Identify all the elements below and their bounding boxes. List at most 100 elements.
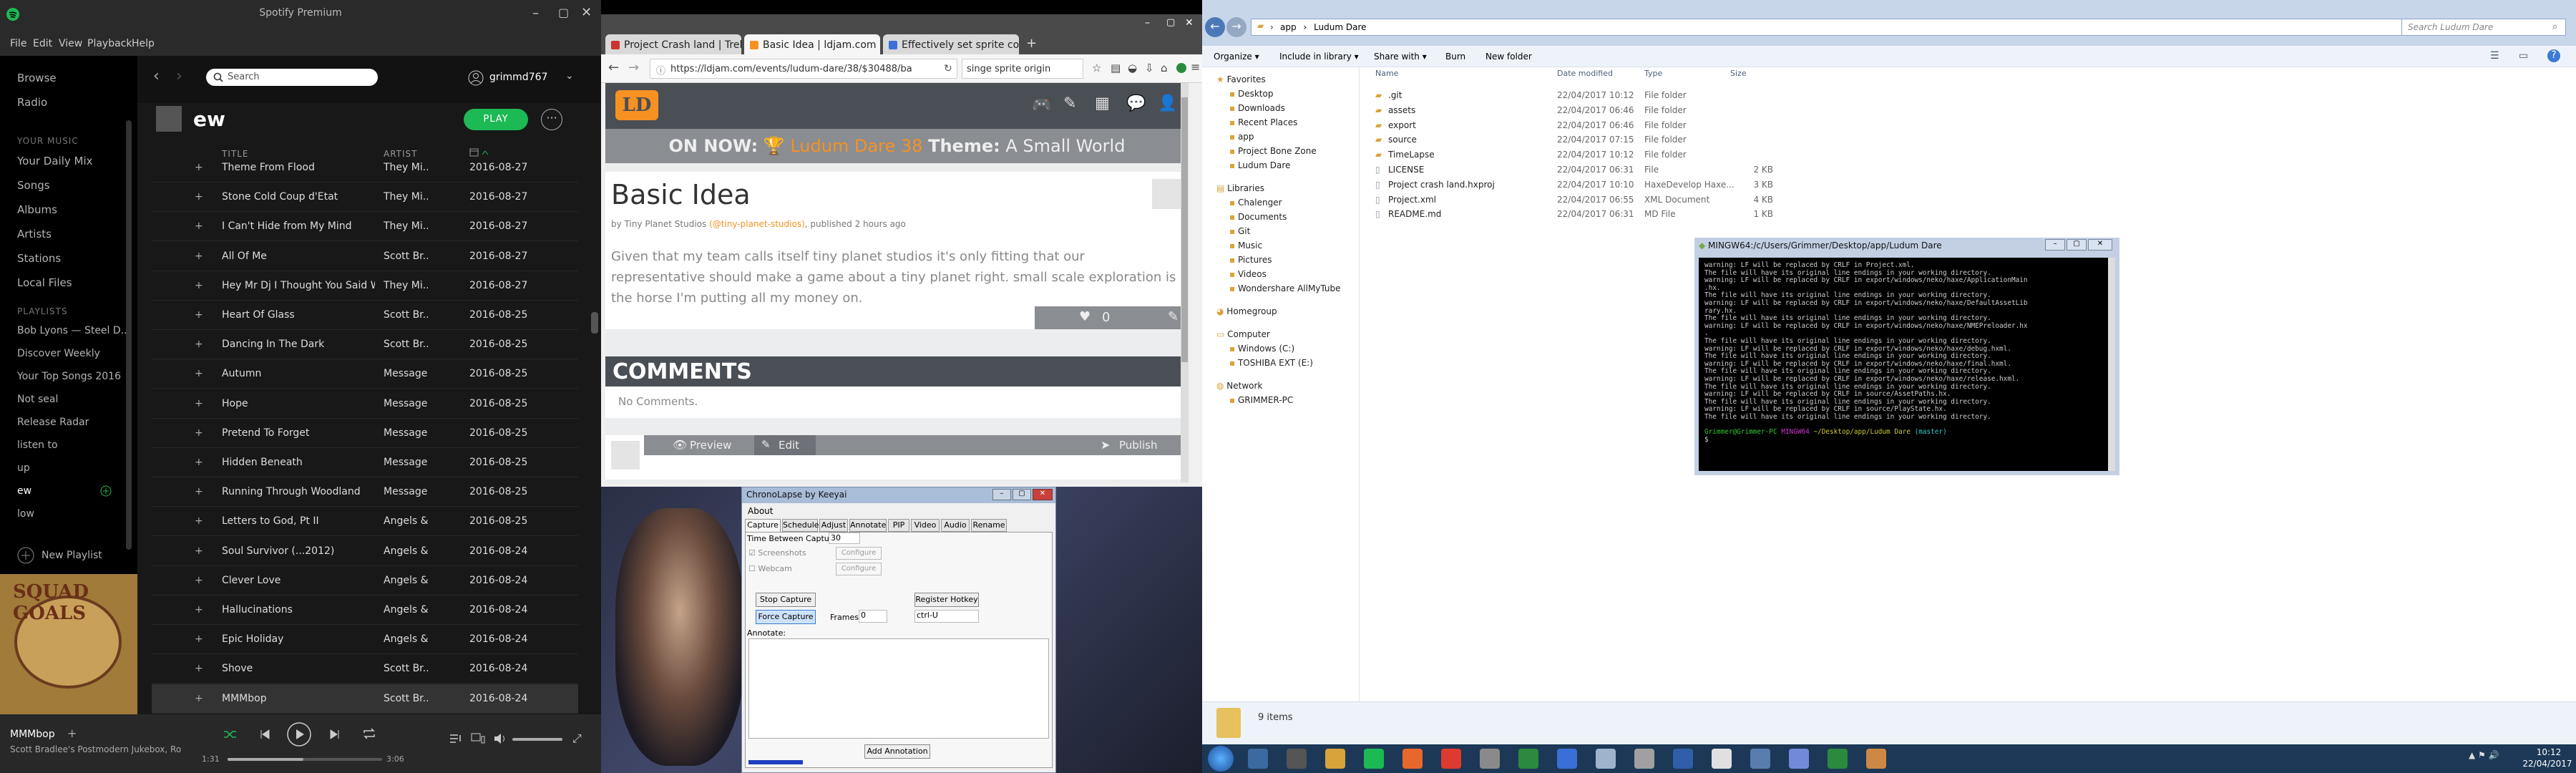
repeat-icon[interactable] [362, 727, 376, 740]
back-button[interactable]: ← [1205, 17, 1225, 37]
playlist-item[interactable]: Release Radar [17, 417, 89, 428]
terminal-window[interactable]: ◆ MINGW64:/c/Users/Grimmer/Desktop/app/L… [1694, 238, 2119, 475]
burn-button[interactable]: Burn [1445, 52, 1465, 62]
track-artist[interactable]: Message... [384, 368, 428, 379]
playlist-item[interactable]: Discover Weekly [17, 348, 100, 359]
nav-songs[interactable]: Songs [17, 179, 50, 192]
add-to-playlist-icon[interactable] [100, 485, 112, 497]
tray-icons[interactable]: ▲ ⚑ 🔊 [2469, 750, 2499, 760]
terminal-icon[interactable] [1750, 749, 1770, 769]
fullscreen-icon[interactable]: ⤢ [572, 731, 582, 746]
add-annotation-button[interactable]: Add Annotation [864, 744, 930, 759]
nav-browse[interactable]: Browse [17, 72, 57, 84]
pocket-icon[interactable]: ◒ [1128, 62, 1137, 74]
more-options-button[interactable]: ··· [541, 109, 562, 130]
chrono-tab[interactable]: Annotate [849, 519, 887, 532]
preview-icon[interactable]: 👁 [673, 438, 687, 452]
monitor-icon[interactable] [1596, 749, 1616, 769]
nav-library-item[interactable]: ▪ Pictures [1229, 255, 1272, 265]
track-artist[interactable]: Angels &... [384, 633, 428, 645]
edit-pencil-icon[interactable]: ✎ [1168, 309, 1179, 324]
organize-button[interactable]: Organize ▾ [1214, 52, 1259, 62]
track-row[interactable]: + Soul Survivor (...2012) Angels &... 2016-… [152, 537, 578, 566]
add-track-icon[interactable]: + [195, 368, 203, 379]
extension-icon[interactable] [1176, 63, 1186, 73]
maximize-button[interactable]: ▢ [2067, 239, 2087, 251]
previous-icon[interactable] [259, 729, 270, 740]
file-row[interactable]: ▯ LICENSE 22/04/2017 06:31 File 2 KB [1375, 163, 1833, 178]
add-track-icon[interactable]: + [195, 457, 203, 468]
track-artist[interactable]: Message... [384, 427, 428, 439]
forward-button[interactable]: › [176, 67, 182, 85]
configure-webcam-button[interactable]: Configure [836, 563, 882, 575]
file-row[interactable]: ▯ Project crash land.hxproj 22/04/2017 10:… [1375, 178, 1833, 193]
track-row[interactable]: + Hallucinations Angels &... 2016-08-24 [152, 595, 578, 625]
nav-homegroup[interactable]: ◕ Homegroup [1216, 306, 1277, 316]
col-type[interactable]: Type [1644, 69, 1662, 78]
track-row[interactable]: + MMMbop Scott Br... 2016-08-24 [152, 684, 578, 714]
haxedevelop-icon[interactable] [1673, 749, 1693, 769]
new-playlist-button[interactable]: New Playlist [42, 550, 102, 561]
volume-icon[interactable] [494, 733, 507, 744]
playlist-item[interactable]: Your Top Songs 2016 [17, 371, 121, 382]
track-artist[interactable]: Scott Br... [384, 663, 428, 674]
new-playlist-icon[interactable] [17, 547, 34, 564]
terminal-scrollbar[interactable] [2108, 258, 2115, 471]
user-icon[interactable]: 👤 [1158, 94, 1177, 112]
track-row[interactable]: + Pretend To Forget Message... 2016-08-25 [152, 419, 578, 448]
track-artist[interactable]: Message... [384, 486, 428, 497]
ldjam-icon[interactable] [1634, 749, 1654, 769]
configure-screenshots-button[interactable]: Configure [836, 547, 882, 560]
devices-icon[interactable] [471, 733, 485, 744]
menu-icon[interactable]: ≡ [1191, 60, 1200, 74]
track-artist[interactable]: They Mi... [384, 220, 428, 232]
chrono-tab[interactable]: Schedule [782, 519, 819, 532]
nav-computer[interactable]: ▭ Computer [1216, 329, 1270, 339]
track-artist[interactable]: They Mi... [384, 280, 428, 291]
hotkey-input[interactable]: ctrl-U [914, 610, 979, 623]
nav-network[interactable]: ◍ Network [1216, 381, 1262, 391]
add-track-icon[interactable]: + [195, 486, 203, 497]
queue-icon[interactable] [449, 733, 462, 744]
playlist-item-active[interactable]: ew [17, 485, 31, 497]
nav-library-item[interactable]: ▪ Music [1229, 240, 1262, 251]
back-button[interactable]: ← [608, 60, 619, 75]
breadcrumb-app[interactable]: app [1280, 22, 1297, 32]
add-track-icon[interactable]: + [195, 220, 203, 232]
close-button[interactable]: ✕ [2088, 239, 2112, 251]
playlist-item[interactable]: low [17, 508, 34, 520]
nav-library-item[interactable]: ▪ Git [1229, 226, 1250, 236]
track-artist[interactable]: Angels &... [384, 545, 428, 557]
maximize-button[interactable]: ▢ [1013, 489, 1031, 500]
track-row[interactable]: + Hope Message... 2016-08-25 [152, 389, 578, 419]
col-size[interactable]: Size [1730, 69, 1747, 78]
ld-logo[interactable]: LD [615, 90, 658, 120]
chrono-tab[interactable]: Audio [941, 519, 970, 532]
track-artist[interactable]: They Mi... [384, 162, 428, 173]
add-track-icon[interactable]: + [195, 398, 203, 409]
prompt-cursor[interactable]: $ [1704, 436, 1709, 444]
menu-help[interactable]: Help [132, 38, 155, 49]
nav-library-item[interactable]: ▪ Videos [1229, 269, 1267, 279]
close-button[interactable]: ✕ [1033, 489, 1053, 500]
play-pause-icon[interactable] [286, 721, 312, 747]
nav-albums[interactable]: Albums [17, 203, 57, 216]
track-artist[interactable]: Message... [384, 398, 428, 409]
user-avatar-icon[interactable] [468, 70, 484, 86]
new-tab-button[interactable]: + [1026, 36, 1037, 51]
snip-icon[interactable] [1557, 749, 1577, 769]
nav-library-item[interactable]: ▪ Chalenger [1229, 198, 1282, 208]
chrono-tab[interactable]: PIP [888, 519, 909, 532]
playlist-item[interactable]: listen to [17, 439, 58, 451]
nav-favorite-item[interactable]: ▪ Ludum Dare [1229, 160, 1290, 170]
page-scrollbar[interactable] [1181, 83, 1189, 482]
maximize-button[interactable]: ▢ [1166, 17, 1175, 28]
minimize-button[interactable]: – [1145, 17, 1150, 29]
search-bar[interactable]: singe sprite origin [962, 59, 1083, 79]
chrono-tab[interactable]: Rename [971, 519, 1007, 532]
heart-icon[interactable]: ♥ [1079, 309, 1091, 324]
nav-local-files[interactable]: Local Files [17, 276, 72, 289]
track-row[interactable]: + Theme From Flood They Mi... 2016-08-27 [152, 153, 578, 183]
tab-stackoverflow[interactable]: Effectively set sprite coordin... [883, 34, 1019, 56]
nav-libraries[interactable]: ▤ Libraries [1216, 183, 1264, 193]
